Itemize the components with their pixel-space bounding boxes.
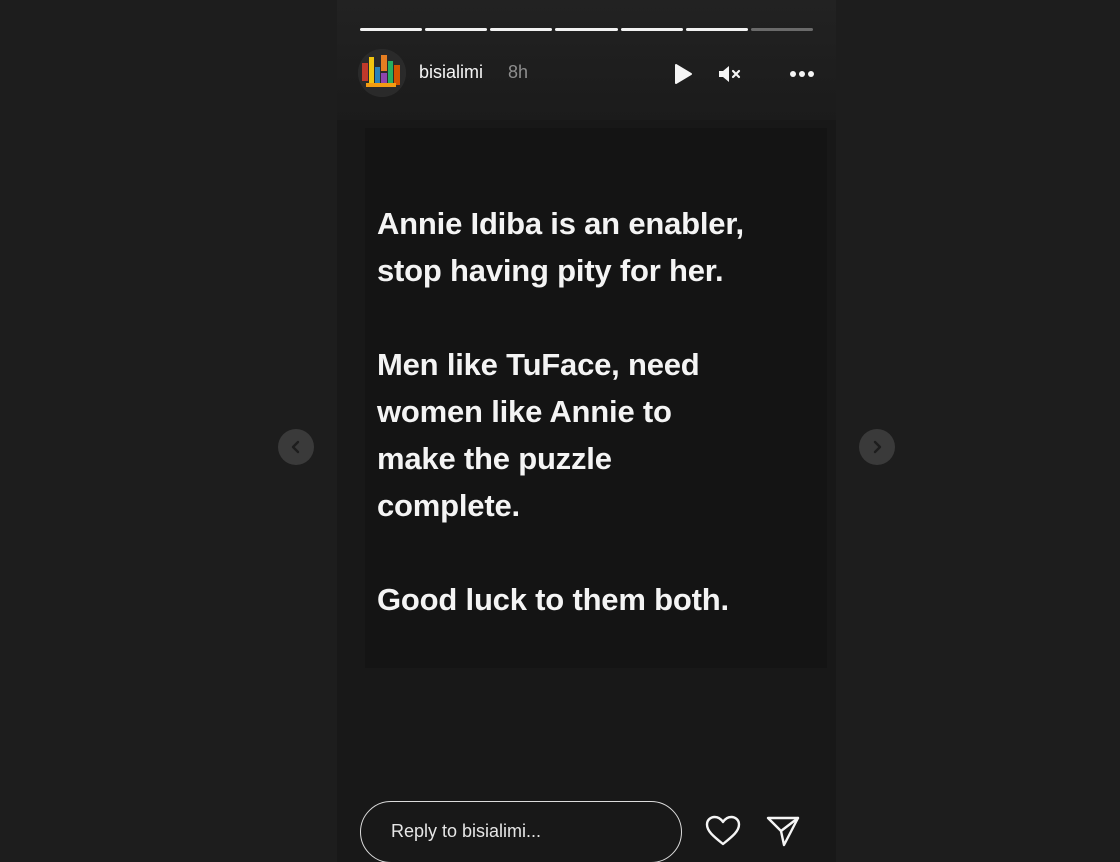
progress-segment (555, 28, 618, 31)
story-paragraph: Men like TuFace, need women like Annie t… (377, 347, 700, 523)
more-horizontal-icon (790, 71, 814, 77)
progress-segment (360, 28, 423, 31)
reply-input[interactable] (391, 800, 661, 862)
story-content: Annie Idiba is an enabler, stop having p… (365, 128, 827, 668)
share-button[interactable] (763, 811, 803, 851)
story-card: bisialimi 8h Annie Idiba is an enabler, … (337, 0, 836, 862)
progress-segment (750, 28, 813, 31)
progress-segment (685, 28, 748, 31)
progress-segment (425, 28, 488, 31)
profile-picture-icon (358, 49, 406, 97)
heart-icon (705, 815, 741, 846)
story-text: Annie Idiba is an enabler, stop having p… (377, 200, 817, 623)
play-icon (675, 64, 692, 84)
play-button[interactable] (669, 60, 697, 88)
story-paragraph: Good luck to them both. (377, 582, 729, 617)
story-header: bisialimi 8h (358, 48, 816, 98)
story-viewer: bisialimi 8h Annie Idiba is an enabler, … (0, 0, 1120, 862)
avatar[interactable] (358, 49, 406, 97)
chevron-right-icon (873, 440, 882, 454)
chevron-left-icon (291, 440, 300, 454)
muted-speaker-icon (719, 66, 741, 82)
progress-segment (620, 28, 683, 31)
mute-button[interactable] (716, 60, 744, 88)
more-options-button[interactable] (788, 60, 816, 88)
previous-story-button[interactable] (278, 429, 314, 465)
paper-plane-icon (766, 816, 800, 847)
story-progress-bar (360, 28, 813, 31)
reply-bar[interactable] (360, 800, 682, 862)
progress-segment (490, 28, 553, 31)
post-time: 8h (508, 62, 529, 82)
next-story-button[interactable] (859, 429, 895, 465)
like-button[interactable] (703, 811, 743, 851)
story-paragraph: Annie Idiba is an enabler, stop having p… (377, 206, 744, 288)
username[interactable]: bisialimi (419, 62, 483, 83)
